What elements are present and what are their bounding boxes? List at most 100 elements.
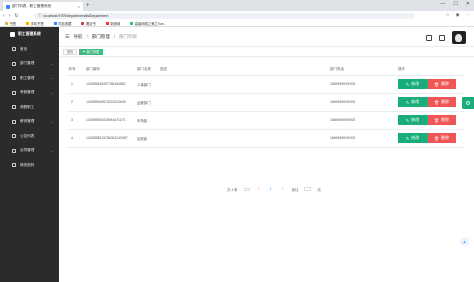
sidebar-item-departments[interactable]: 部门管理 ⌄ bbox=[0, 57, 59, 72]
sidebar-item-contracts[interactable]: 合同管理 ⌄ bbox=[0, 144, 59, 159]
cell-phone: 18694959X9X00 bbox=[330, 129, 386, 148]
prev-page-button[interactable]: ‹ bbox=[256, 186, 262, 192]
url-text: localhost:9709/department/listDepartment bbox=[43, 13, 109, 18]
chevron-down-icon: ⌄ bbox=[50, 61, 53, 66]
info-icon: ⓘ bbox=[38, 13, 42, 17]
cell-dept-no: 134059850025944471170 bbox=[78, 111, 133, 130]
site-icon bbox=[105, 21, 109, 25]
new-tab-icon[interactable]: + bbox=[86, 2, 90, 10]
star-icon[interactable]: ☆ bbox=[446, 12, 450, 18]
reload-icon[interactable]: ↻ bbox=[14, 13, 18, 19]
profile-icon[interactable]: ◉ bbox=[456, 12, 460, 18]
maximize-icon[interactable]: ☐ bbox=[453, 1, 457, 7]
calendar-icon bbox=[12, 105, 16, 110]
breadcrumb-department: 部门管理 bbox=[91, 33, 110, 39]
close-window-icon[interactable]: ✕ bbox=[466, 1, 470, 7]
edit-button[interactable]: ✎ 修改 bbox=[398, 132, 427, 144]
column-dept-name: 部门名称 bbox=[133, 65, 160, 76]
close-tab-icon[interactable]: × bbox=[78, 4, 80, 9]
sidebar-item-attendance[interactable]: 考勤管理 ⌄ bbox=[0, 86, 59, 101]
edit-button[interactable]: ✎ 修改 bbox=[398, 78, 427, 90]
favicon-icon bbox=[6, 4, 10, 9]
cell-dept-name: 人事部门 bbox=[133, 75, 160, 94]
table-row: 1 134059845497768164862 人事部门 18694959X9X… bbox=[66, 75, 464, 94]
cell-index: 3 bbox=[66, 111, 78, 130]
cell-actions: ✎ 修改 🗑 删除 bbox=[386, 75, 464, 94]
sidebar-item-password[interactable]: 修改密码 bbox=[0, 158, 59, 173]
edit-icon: ✎ bbox=[405, 99, 410, 105]
cell-actions: ✎ 修改 🗑 删除 bbox=[386, 93, 464, 112]
address-bar: ‹ › ↻ ⓘ localhost:9709/department/listDe… bbox=[0, 11, 474, 20]
edit-button[interactable]: ✎ 修改 bbox=[398, 96, 427, 108]
table-row: 3 134059850025944471170 市场部 18694959X9X0… bbox=[66, 111, 464, 130]
bookmark-item[interactable]: 看证书 bbox=[81, 21, 96, 26]
settings-gear-button[interactable]: ⚙ bbox=[462, 97, 474, 109]
lock-icon bbox=[12, 163, 16, 168]
bookmark-item[interactable]: 手机书签 bbox=[26, 21, 44, 26]
main-content: ☰ 导航 / 部门管理 / 部门列表 首页 部门列表 序号 部门编号 部门名称 … bbox=[59, 27, 474, 282]
back-icon[interactable]: ‹ bbox=[3, 13, 5, 19]
goto-page-input[interactable] bbox=[304, 186, 312, 192]
bookmark-item[interactable]: 书签 bbox=[5, 21, 16, 26]
tag-home[interactable]: 首页 bbox=[63, 48, 78, 55]
menu-icon[interactable]: ⋯ bbox=[466, 12, 471, 18]
table-row: 4 134059851378406124005T 后勤部 18694959X9X… bbox=[66, 129, 464, 148]
pagination: 共 4 条 ‹ 1 › 前往 页 bbox=[227, 186, 321, 192]
breadcrumb-separator: / bbox=[113, 34, 116, 39]
sidebar: 职工管理系统 首页 部门管理 ⌄ 职工管理 ⌄ 考勤管理 ⌄ 请假职工 薪资管理 ⌄ 公… bbox=[0, 27, 59, 282]
site-icon bbox=[130, 21, 134, 25]
edit-button[interactable]: ✎ 修改 bbox=[398, 114, 427, 126]
delete-button[interactable]: 🗑 删除 bbox=[427, 96, 456, 108]
cell-index: 4 bbox=[66, 129, 78, 148]
breadcrumb-nav: 导航 bbox=[73, 33, 83, 39]
cell-index: 1 bbox=[66, 75, 78, 94]
delete-button[interactable]: 🗑 删除 bbox=[427, 114, 456, 126]
gear-icon: ⚙ bbox=[465, 100, 471, 107]
cell-dept-no: 134059845497768164862 bbox=[78, 75, 133, 94]
sidebar-item-home[interactable]: 首页 bbox=[0, 42, 59, 57]
site-icon bbox=[53, 21, 57, 25]
chevron-down-icon: ⌄ bbox=[50, 76, 53, 81]
sidebar-item-salary[interactable]: 薪资管理 ⌄ bbox=[0, 115, 59, 130]
sidebar-item-notices[interactable]: 公告列表 bbox=[0, 129, 59, 144]
delete-button[interactable]: 🗑 删除 bbox=[427, 78, 456, 90]
browser-tab[interactable]: 部门列表 - 职工管理系统 × bbox=[3, 2, 83, 11]
fullscreen-icon[interactable] bbox=[439, 34, 445, 41]
bookmark-item[interactable]: 高级网络之美之Vue... bbox=[130, 21, 166, 26]
page-size-select[interactable] bbox=[243, 187, 250, 191]
trash-icon: 🗑 bbox=[433, 135, 440, 141]
cell-dept-no: 134059851378406124005T bbox=[78, 129, 133, 148]
cell-dept-name: 市场部 bbox=[133, 111, 160, 130]
tab-title: 部门列表 - 职工管理系统 bbox=[12, 4, 52, 8]
sidebar-item-employees[interactable]: 职工管理 ⌄ bbox=[0, 71, 59, 86]
url-field[interactable]: ⓘ localhost:9709/department/listDepartme… bbox=[34, 12, 414, 19]
bookmark-item[interactable]: 新浪网 bbox=[105, 21, 120, 26]
breadcrumb-current: 部门列表 bbox=[119, 33, 138, 39]
tags-view: 首页 部门列表 bbox=[59, 47, 474, 57]
delete-button[interactable]: 🗑 删除 bbox=[427, 132, 456, 144]
minimize-icon[interactable]: — bbox=[440, 1, 445, 7]
tag-department-list[interactable]: 部门列表 bbox=[79, 48, 104, 55]
bookmark-item[interactable]: 同站收藏 bbox=[53, 21, 71, 26]
github-icon[interactable] bbox=[426, 34, 432, 41]
brand: 职工管理系统 bbox=[0, 27, 59, 42]
active-dot-icon bbox=[83, 50, 85, 53]
user-icon bbox=[12, 76, 16, 81]
forward-icon[interactable]: › bbox=[9, 13, 11, 19]
avatar[interactable] bbox=[452, 31, 466, 44]
pagination-total: 共 4 条 bbox=[227, 187, 238, 192]
next-page-button[interactable]: › bbox=[280, 186, 286, 192]
cell-phone: 18694959X9X00 bbox=[330, 111, 386, 130]
department-table: 序号 部门编号 部门名称 描述 部门电话 操作 1 13405984549776… bbox=[66, 65, 464, 148]
hamburger-icon[interactable]: ☰ bbox=[65, 34, 69, 40]
column-phone: 部门电话 bbox=[330, 65, 386, 76]
table-header-row: 序号 部门编号 部门名称 描述 部门电话 操作 bbox=[66, 65, 464, 76]
back-to-top-button[interactable]: ▲ bbox=[460, 237, 469, 246]
cell-phone: 18694959X9X00 bbox=[330, 93, 386, 112]
cell-phone: 18694959X9X00 bbox=[330, 75, 386, 94]
folder-icon bbox=[26, 21, 30, 25]
cell-description bbox=[160, 93, 330, 112]
sidebar-item-leave[interactable]: 请假职工 bbox=[0, 100, 59, 115]
document-icon bbox=[12, 148, 16, 153]
page-number[interactable]: 1 bbox=[268, 186, 274, 192]
